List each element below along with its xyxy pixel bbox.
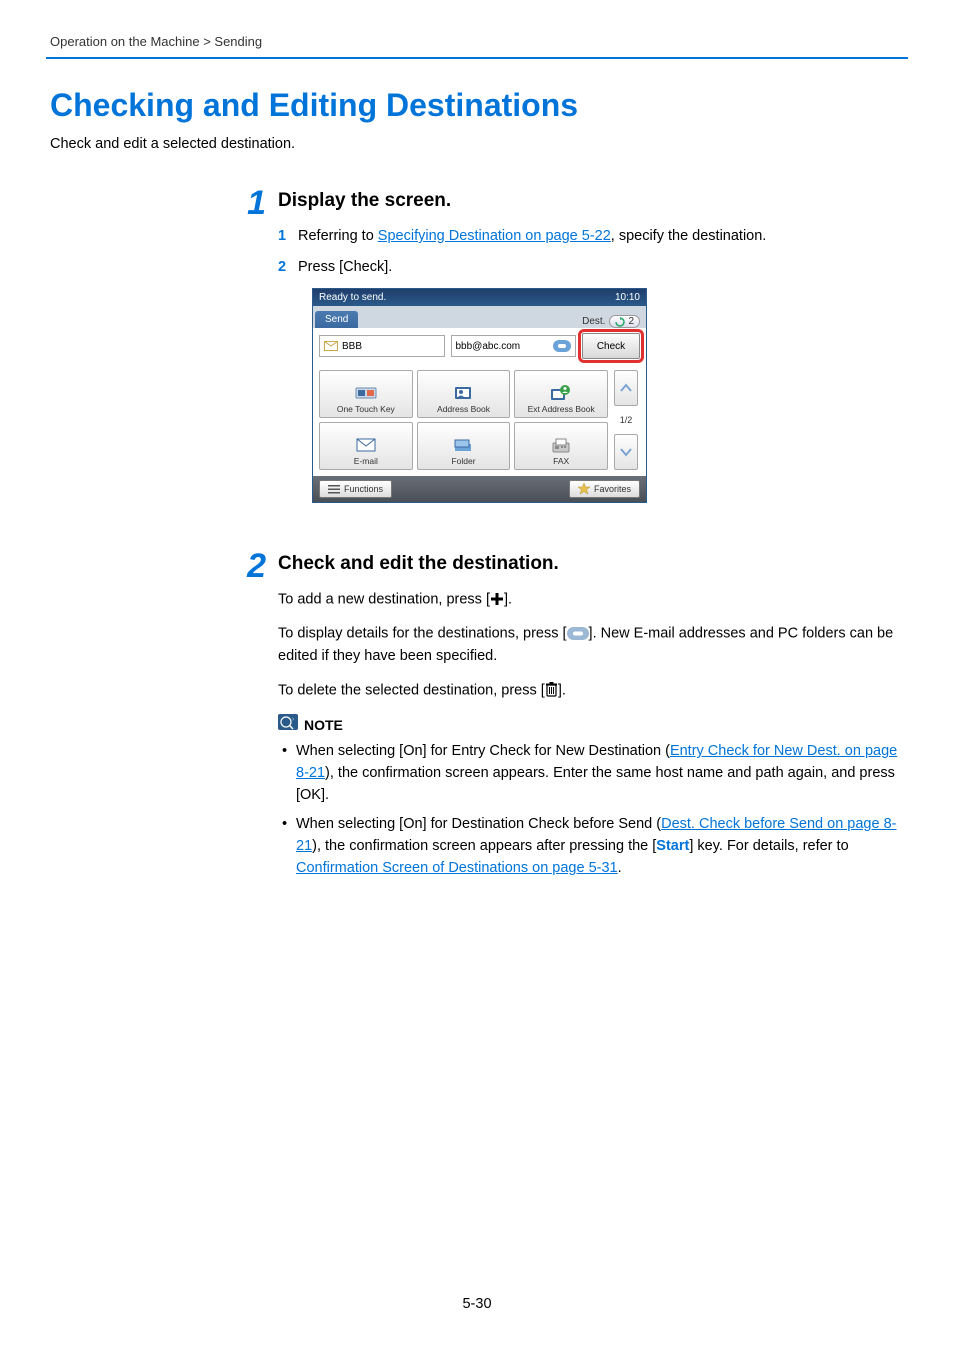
text-fragment: ]. bbox=[558, 682, 566, 698]
page-title: Checking and Editing Destinations bbox=[50, 87, 904, 124]
info-pill-icon bbox=[567, 623, 589, 645]
text-fragment: To display details for the destinations,… bbox=[278, 626, 567, 642]
step-number: 2 bbox=[226, 549, 266, 888]
text-fragment: BBB bbox=[342, 341, 362, 352]
email-button[interactable]: E-mail bbox=[319, 422, 413, 470]
status-time: 10:10 bbox=[615, 292, 640, 303]
envelope-icon bbox=[324, 341, 338, 351]
fax-icon bbox=[550, 437, 572, 453]
star-icon bbox=[578, 483, 590, 495]
folder-button[interactable]: Folder bbox=[417, 422, 511, 470]
destination-cell[interactable]: BBB bbox=[319, 335, 445, 357]
text-fragment: ] key. For details, refer to bbox=[689, 838, 848, 854]
plus-icon bbox=[490, 589, 504, 611]
dest-count-badge: Dest. 2 bbox=[582, 315, 640, 328]
step-2: 2 Check and edit the destination. To add… bbox=[226, 549, 904, 888]
page-up-button[interactable] bbox=[614, 370, 638, 406]
instruction-add: To add a new destination, press []. bbox=[278, 589, 904, 611]
arrow-recycle-icon bbox=[615, 317, 625, 327]
note-icon bbox=[278, 714, 298, 735]
tab-send[interactable]: Send bbox=[315, 311, 358, 328]
step-heading: Display the screen. bbox=[278, 186, 904, 212]
text-fragment: To delete the selected destination, pres… bbox=[278, 682, 545, 698]
button-label: Folder bbox=[451, 456, 475, 466]
intro-text: Check and edit a selected destination. bbox=[50, 136, 904, 152]
favorites-button[interactable]: Favorites bbox=[569, 480, 640, 498]
instruction-delete: To delete the selected destination, pres… bbox=[278, 680, 904, 702]
step-1: 1 Display the screen. 1 Referring to Spe… bbox=[226, 186, 904, 527]
text-fragment: bbb@abc.com bbox=[456, 341, 521, 352]
one-touch-icon bbox=[355, 385, 377, 401]
destination-address-cell[interactable]: bbb@abc.com bbox=[451, 335, 577, 357]
chevron-down-icon bbox=[620, 447, 632, 457]
text-fragment: , specify the destination. bbox=[611, 228, 767, 244]
button-label: Favorites bbox=[594, 484, 631, 494]
address-book-button[interactable]: Address Book bbox=[417, 370, 511, 418]
device-screenshot: Ready to send. 10:10 Send Dest. 2 bbox=[312, 288, 904, 503]
breadcrumb: Operation on the Machine > Sending bbox=[50, 34, 904, 49]
status-bar: Ready to send. 10:10 bbox=[313, 289, 646, 306]
step-number: 1 bbox=[226, 186, 266, 527]
text-fragment: 2 bbox=[628, 316, 634, 327]
text-fragment: To add a new destination, press [ bbox=[278, 592, 490, 608]
button-label: E-mail bbox=[354, 456, 378, 466]
email-icon bbox=[355, 437, 377, 453]
chevron-up-icon bbox=[620, 383, 632, 393]
note-item: When selecting [On] for Entry Check for … bbox=[282, 741, 904, 806]
info-pill-icon bbox=[553, 340, 571, 352]
substep-number: 2 bbox=[278, 257, 298, 278]
button-label: Address Book bbox=[437, 404, 490, 414]
address-book-icon bbox=[452, 385, 474, 401]
fax-button[interactable]: FAX bbox=[514, 422, 608, 470]
substep-text: Referring to Specifying Destination on p… bbox=[298, 226, 766, 247]
text-fragment: ), the confirmation screen appears. Ente… bbox=[296, 765, 895, 803]
button-label: One Touch Key bbox=[337, 404, 395, 414]
note-item: When selecting [On] for Destination Chec… bbox=[282, 814, 904, 879]
substep-text: Press [Check]. bbox=[298, 257, 392, 278]
text-fragment: ), the confirmation screen appears after… bbox=[312, 838, 656, 854]
text-fragment: Dest. bbox=[582, 316, 605, 327]
step-heading: Check and edit the destination. bbox=[278, 549, 904, 575]
ext-address-book-button[interactable]: Ext Address Book bbox=[514, 370, 608, 418]
page-number: 5-30 bbox=[0, 1296, 954, 1312]
check-button[interactable]: Check bbox=[582, 333, 640, 359]
start-key-label: Start bbox=[656, 838, 689, 854]
status-text: Ready to send. bbox=[319, 292, 386, 303]
functions-button[interactable]: Functions bbox=[319, 480, 392, 498]
text-fragment: . bbox=[618, 860, 622, 876]
instruction-details: To display details for the destinations,… bbox=[278, 623, 904, 667]
text-fragment: ]. bbox=[504, 592, 512, 608]
link-confirmation-screen[interactable]: Confirmation Screen of Destinations on p… bbox=[296, 860, 618, 876]
page-indicator: 1/2 bbox=[612, 370, 640, 470]
list-icon bbox=[328, 484, 340, 494]
text-fragment: Referring to bbox=[298, 228, 378, 244]
one-touch-key-button[interactable]: One Touch Key bbox=[319, 370, 413, 418]
folder-icon bbox=[452, 437, 474, 453]
page-count-label: 1/2 bbox=[620, 415, 633, 425]
note-label: NOTE bbox=[304, 717, 343, 733]
substep-number: 1 bbox=[278, 226, 298, 247]
link-specifying-destination[interactable]: Specifying Destination on page 5-22 bbox=[378, 228, 611, 244]
text-fragment: When selecting [On] for Entry Check for … bbox=[296, 743, 670, 759]
text-fragment: When selecting [On] for Destination Chec… bbox=[296, 816, 661, 832]
divider bbox=[46, 57, 908, 59]
ext-address-book-icon bbox=[550, 385, 572, 401]
button-label: Ext Address Book bbox=[528, 404, 595, 414]
button-label: Functions bbox=[344, 484, 383, 494]
document-page: Operation on the Machine > Sending Check… bbox=[0, 0, 954, 1350]
note-box: NOTE When selecting [On] for Entry Check… bbox=[278, 714, 904, 880]
page-down-button[interactable] bbox=[614, 434, 638, 470]
button-label: FAX bbox=[553, 456, 569, 466]
trash-icon bbox=[545, 680, 558, 702]
